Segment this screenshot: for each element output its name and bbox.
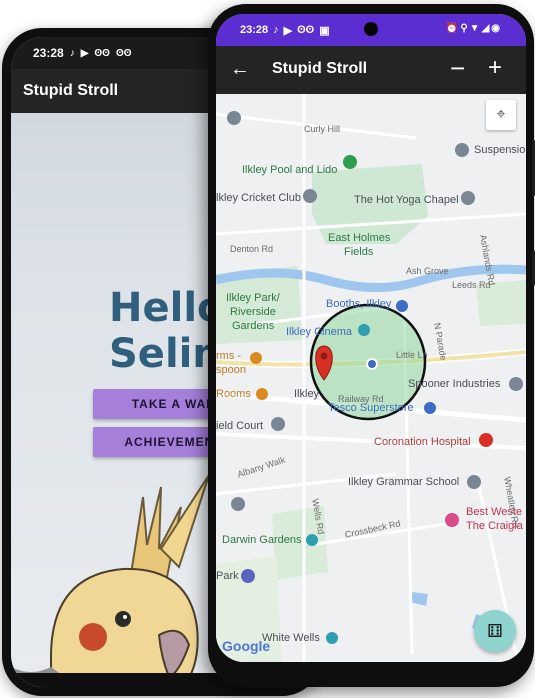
map-label: Booths, Ilkley (326, 298, 392, 310)
dice-icon: ⚅ (487, 620, 503, 641)
wifi-icon: ▼ (469, 23, 482, 34)
map-label: Suspensio (474, 144, 526, 156)
map-label: Ashlands Rd (478, 234, 497, 286)
map-labels: Curly Hill Suspensio Ilkley Pool and Lid… (216, 94, 526, 662)
zoom-in-button[interactable]: + (488, 54, 502, 82)
map-label: Leeds Rd (452, 280, 491, 290)
map-label: East Holmes (328, 232, 391, 244)
map-label: Crossbeck Rd (344, 518, 402, 540)
app-title: Stupid Stroll (272, 60, 368, 77)
front-phone: 23:28 ♪ ▶ ʘʘ ▣ ⏰⚲▼◢◉ ← Stupid Stroll − + (208, 4, 535, 687)
map-label: Ilkley Grammar School (348, 476, 460, 488)
battery-icon: ◉ (491, 23, 502, 34)
tiktok-icon: ♪ (69, 47, 75, 59)
image-icon: ▣ (319, 24, 330, 37)
my-location-button[interactable]: ⌖ (486, 100, 516, 130)
owl-icon: ʘʘ (94, 47, 110, 59)
map-label: White Wells (262, 632, 320, 644)
app-bar: ← Stupid Stroll − + (216, 46, 526, 94)
map-label: Ash Grove (406, 266, 449, 276)
map-label: Darwin Gardens (222, 534, 302, 546)
status-time: 23:28 (33, 46, 64, 60)
youtube-icon: ▶ (80, 47, 89, 59)
map-label: lkley Cricket Club (216, 192, 301, 204)
map-screen: 23:28 ♪ ▶ ʘʘ ▣ ⏰⚲▼◢◉ ← Stupid Stroll − + (216, 14, 526, 662)
zoom-out-button[interactable]: − (450, 54, 465, 82)
google-logo-text: Google (222, 638, 271, 654)
map-label: Little Ln (396, 350, 428, 360)
owl-icon: ʘʘ (297, 24, 315, 36)
map-label: Curly Hill (304, 124, 340, 134)
map-label: Tesco Superstore (328, 402, 414, 414)
map-label: Wells Rd (310, 498, 327, 536)
map-label: The Hot Yoga Chapel (354, 194, 459, 206)
map-label: Gardens (232, 320, 275, 332)
youtube-icon: ▶ (283, 24, 293, 37)
map-label: Spooner Industries (408, 378, 501, 390)
app-title: Stupid Stroll (23, 82, 119, 99)
map-label: Riverside (230, 306, 276, 318)
owl-icon: ʘʘ (115, 47, 132, 59)
map-label: The Craigla (466, 520, 523, 532)
google-logo: Google (222, 638, 270, 654)
map-label: Ilkley Park/ (226, 292, 280, 304)
map-label: rms - (216, 350, 242, 362)
map-label: Park (216, 570, 239, 582)
device-showcase: 23:28 ♪ ▶ ʘʘ ʘʘ Stupid Stroll Hello Seli… (0, 0, 535, 698)
map-label: Ilkley Cinema (286, 326, 353, 338)
signal-icon: ◢ (481, 23, 492, 34)
random-walk-button[interactable]: ⚅ (474, 610, 516, 652)
tiktok-icon: ♪ (273, 24, 279, 36)
location-icon: ⚲ (460, 23, 470, 34)
map-label: ield Court (216, 420, 264, 432)
alarm-icon: ⏰ (445, 23, 461, 34)
map-label: N Parade (432, 322, 449, 362)
status-right-icons: ⏰⚲▼◢◉ (446, 23, 502, 34)
crosshair-icon: ⌖ (496, 106, 506, 123)
map-label: Albany Walk (236, 454, 287, 480)
map-label: Denton Rd (230, 244, 274, 254)
map-label: Ilkley (294, 388, 320, 400)
back-arrow-icon[interactable]: ← (230, 58, 250, 80)
cockatiel-illustration (11, 474, 210, 687)
front-camera (364, 22, 378, 36)
status-time: 23:28 (240, 24, 269, 36)
map-label: Rooms (216, 388, 251, 400)
map-label: Ilkley Pool and Lido (242, 164, 338, 176)
map-label: Best Weste (466, 506, 523, 518)
map-label: Fields (344, 246, 374, 258)
map-label: spoon (216, 364, 246, 376)
map-label: Coronation Hospital (374, 436, 471, 448)
